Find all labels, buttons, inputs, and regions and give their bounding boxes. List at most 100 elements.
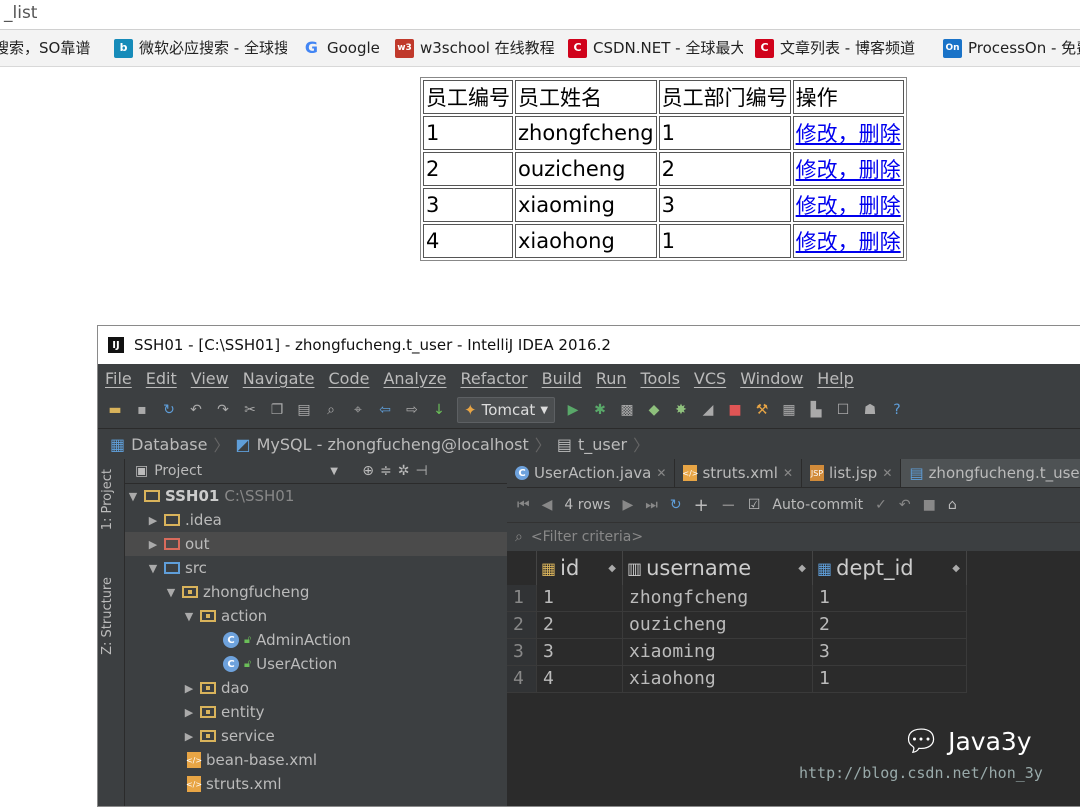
rollback-icon[interactable]: ↶ [899,497,911,513]
settings-icon[interactable]: ▦ [780,401,798,419]
table-row[interactable]: 1 1 zhongfcheng 1 [507,585,967,612]
tree-node-ssh01[interactable]: ▼ SSH01 C:\SSH01 [125,484,507,508]
filter-input[interactable]: <Filter criteria> [531,529,643,545]
menu-code[interactable]: Code [329,369,370,388]
copy-icon[interactable]: ❐ [268,401,286,419]
profile-icon[interactable]: ◆ [645,401,663,419]
expand-arrow-icon[interactable]: ▶ [147,538,159,551]
scroll-from-source-icon[interactable]: ⊕ [362,463,374,479]
sdk-manager-icon[interactable]: ▙ [807,401,825,419]
reload-icon[interactable]: ↻ [670,497,682,513]
bookmark-processon[interactable]: On ProcessOn - 免费 [943,30,1080,66]
forward-icon[interactable]: ⇨ [403,401,421,419]
commit-icon[interactable]: ✓ [875,497,887,513]
menu-navigate[interactable]: Navigate [243,369,315,388]
stop-icon[interactable]: ■ [726,401,744,419]
undo-icon[interactable]: ↶ [187,401,205,419]
help-icon[interactable]: ? [888,401,906,419]
next-page-icon[interactable]: ▶ [623,497,634,513]
tab-list-jsp[interactable]: JSP list.jsp ✕ [802,459,902,487]
first-page-icon[interactable]: ⏮ [517,497,530,513]
table-row[interactable]: 2 2 ouzicheng 2 [507,612,967,639]
tree-node-struts-xml[interactable]: </> struts.xml [125,772,507,796]
coverage-icon[interactable]: ▩ [618,401,636,419]
menu-help[interactable]: Help [817,369,853,388]
bookmark-w3school[interactable]: w3 w3school 在线教程 [395,30,555,66]
tree-node-dao[interactable]: ▶ dao [125,676,507,700]
sync-icon[interactable]: ↻ [160,401,178,419]
cell-username[interactable]: ouzicheng [623,612,813,639]
tree-node-bean-base-xml[interactable]: </> bean-base.xml [125,748,507,772]
avd-manager-icon[interactable]: ☐ [834,401,852,419]
attach-debugger-icon[interactable]: ✸ [672,401,690,419]
cell-id[interactable]: 3 [537,639,623,666]
tab-structure[interactable]: Z: Structure [100,577,115,655]
menu-file[interactable]: File [105,369,132,388]
close-icon[interactable]: ✕ [783,466,793,480]
column-header-username[interactable]: ▥ username ◆ [623,551,813,585]
tree-node-action[interactable]: ▼ action [125,604,507,628]
tree-node-useraction[interactable]: C 🔓︎ UserAction [125,652,507,676]
table-row[interactable]: 4 4 xiaohong 1 [507,666,967,693]
run-config-select[interactable]: ✦ Tomcat ▼ [457,397,556,423]
menu-run[interactable]: Run [596,369,627,388]
gear-icon[interactable]: ✲ [398,463,410,479]
tab-project[interactable]: 1: Project [100,469,115,530]
build-icon[interactable]: ↓ [430,401,448,419]
redo-icon[interactable]: ↷ [214,401,232,419]
autocommit-checkbox-icon[interactable]: ☑ [748,497,761,513]
expand-arrow-icon[interactable]: ▼ [127,490,139,503]
expand-arrow-icon[interactable]: ▼ [165,586,177,599]
bookmark-so[interactable]: 搜索，SO靠谱 [0,30,90,66]
edit-delete-link[interactable]: 修改，删除 [796,122,901,146]
expand-arrow-icon[interactable]: ▼ [183,610,195,623]
last-page-icon[interactable]: ⏭ [645,497,658,513]
menu-build[interactable]: Build [542,369,582,388]
table-row[interactable]: 3 3 xiaoming 3 [507,639,967,666]
cancel-query-icon[interactable]: ■ [923,497,936,513]
tab-struts-xml[interactable]: </> struts.xml ✕ [675,459,802,487]
tree-node-entity[interactable]: ▶ entity [125,700,507,724]
replace-icon[interactable]: ⌖ [349,401,367,419]
bookmark-csdn-blog[interactable]: C 文章列表 - 博客频道 [755,30,915,66]
cell-dept-id[interactable]: 1 [813,585,967,612]
bookmark-csdn[interactable]: C CSDN.NET - 全球最大 [568,30,743,66]
add-row-icon[interactable]: + [694,495,709,516]
column-header-dept-id[interactable]: ▦ dept_id ◆ [813,551,967,585]
cell-username[interactable]: xiaoming [623,639,813,666]
close-icon[interactable]: ✕ [656,466,666,480]
menu-vcs[interactable]: VCS [694,369,726,388]
open-folder-icon[interactable]: ▬ [106,401,124,419]
menu-refactor[interactable]: Refactor [461,369,528,388]
expand-arrow-icon[interactable]: ▶ [183,730,195,743]
tree-node-service[interactable]: ▶ service [125,724,507,748]
chevron-down-icon[interactable]: ▼ [330,466,356,477]
sort-icon[interactable]: ◆ [798,563,806,574]
edit-delete-link[interactable]: 修改，删除 [796,230,901,254]
breadcrumb-datasource[interactable]: MySQL - zhongfucheng@localhost [257,435,529,454]
save-icon[interactable]: ▪ [133,401,151,419]
bookmark-bing[interactable]: b 微软必应搜索 - 全球搜 [114,30,287,66]
breadcrumb-table[interactable]: t_user [578,435,627,454]
cut-icon[interactable]: ✂ [241,401,259,419]
tree-node-adminaction[interactable]: C 🔓︎ AdminAction [125,628,507,652]
tree-node-zhongfucheng[interactable]: ▼ zhongfucheng [125,580,507,604]
menu-tools[interactable]: Tools [641,369,680,388]
tab-t-user[interactable]: ▤ zhongfucheng.t_user [901,459,1080,487]
close-icon[interactable]: ✕ [882,466,892,480]
collapse-all-icon[interactable]: ≑ [380,463,392,479]
android-icon[interactable]: ☗ [861,401,879,419]
menu-edit[interactable]: Edit [146,369,177,388]
ide-title-bar[interactable]: IJ SSH01 - [C:\SSH01] - zhongfucheng.t_u… [98,326,1080,364]
expand-arrow-icon[interactable]: ▶ [147,514,159,527]
menu-view[interactable]: View [191,369,229,388]
browser-tab-title[interactable]: _list [0,0,1080,28]
tab-useraction-java[interactable]: C UserAction.java ✕ [507,459,676,487]
tree-node-out[interactable]: ▶ out [125,532,507,556]
hide-panel-icon[interactable]: ⊣ [415,463,427,479]
rows-count[interactable]: 4 rows [564,497,610,513]
expand-arrow-icon[interactable]: ▶ [183,682,195,695]
tree-node-src[interactable]: ▼ src [125,556,507,580]
debug-icon[interactable]: ✱ [591,401,609,419]
cell-id[interactable]: 2 [537,612,623,639]
